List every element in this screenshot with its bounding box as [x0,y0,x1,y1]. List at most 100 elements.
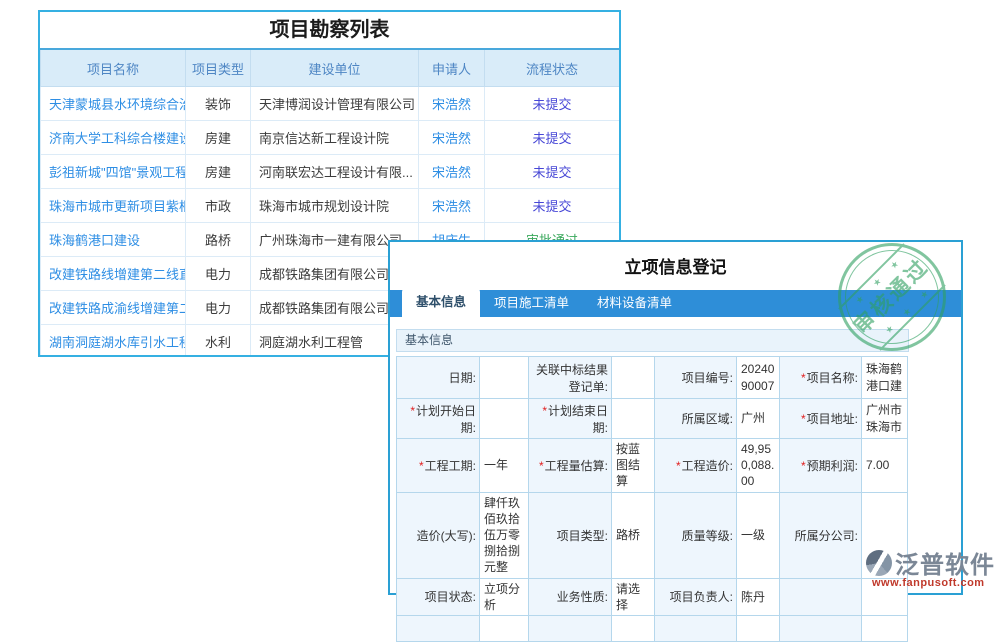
tab-material-equipment-list[interactable]: 材料设备清单 [583,290,686,317]
status-badge: 未提交 [485,189,620,223]
form-row: *计划开始日期: *计划结束日期: *所属区域: 广州 *项目地址: 广州市珠海… [397,399,908,439]
field-project-name[interactable]: 珠海鹤港口建 [862,357,908,399]
project-registration-window: 立项信息登记 基本信息 项目施工清单 材料设备清单 基本信息 *日期: *关联中… [388,240,963,595]
field-label-project-cost: *工程造价: [655,439,737,493]
col-header-project-name: 项目名称 [41,49,186,87]
table-row: 济南大学工科综合楼建设... 房建 南京信达新工程设计院 宋浩然 未提交 [41,121,620,155]
tab-basic-info[interactable]: 基本信息 [402,288,480,317]
field-region[interactable]: 广州 [737,399,780,439]
project-name-link[interactable]: 湖南洞庭湖水库引水工程... [41,325,186,358]
project-type: 装饰 [186,87,251,121]
field-quality-grade[interactable]: 一级 [737,492,780,578]
field-label-date: *日期: [397,357,480,399]
form-row: *日期: *关联中标结果登记单: *项目编号: 2024090007 *项目名称… [397,357,908,399]
vendor-name: 泛普软件 [895,545,995,580]
applicant-link[interactable]: 宋浩然 [419,121,485,155]
list-window-title: 项目勘察列表 [40,12,619,48]
status-badge: 未提交 [485,155,620,189]
applicant-link[interactable]: 宋浩然 [419,155,485,189]
field-empty[interactable] [862,615,908,641]
project-name-link[interactable]: 改建铁路线增建第二线直... [41,257,186,291]
basic-info-form-table: *日期: *关联中标结果登记单: *项目编号: 2024090007 *项目名称… [396,356,908,642]
field-cost-in-words[interactable]: 肆仟玖佰玖拾伍万零捌拾捌元整 [480,492,529,578]
field-label-bid-result-link: *关联中标结果登记单: [529,357,612,399]
project-type: 电力 [186,257,251,291]
field-label-empty [780,615,862,641]
field-plan-start-date[interactable] [480,399,529,439]
col-header-project-type: 项目类型 [186,49,251,87]
field-label-expected-profit: *预期利润: [780,439,862,493]
applicant-link[interactable]: 宋浩然 [419,87,485,121]
project-name-link[interactable]: 天津蒙城县水环境综合治... [41,87,186,121]
field-label-quality-grade: *质量等级: [655,492,737,578]
field-project-status[interactable]: 立项分析 [480,578,529,615]
field-quantity-estimate[interactable]: 按蓝图结算 [612,439,655,493]
construction-unit: 珠海市城市规划设计院 [251,189,419,223]
table-row: 珠海市城市更新项目紫桐... 市政 珠海市城市规划设计院 宋浩然 未提交 [41,189,620,223]
field-label-project-name: *项目名称: [780,357,862,399]
project-name-link[interactable]: 珠海市城市更新项目紫桐... [41,189,186,223]
project-type: 路桥 [186,223,251,257]
field-label-empty [397,615,480,641]
field-empty[interactable] [480,615,529,641]
field-business-nature[interactable]: 请选择 [612,578,655,615]
project-name-link[interactable]: 济南大学工科综合楼建设... [41,121,186,155]
project-type: 市政 [186,189,251,223]
fanpu-logo-icon [866,550,892,576]
vendor-watermark: 泛普软件 www.fanpusoft.com [866,545,995,589]
field-label-project-type: *项目类型: [529,492,612,578]
field-empty[interactable] [737,615,780,641]
field-label-empty [780,578,862,615]
field-label-empty [655,615,737,641]
field-project-type[interactable]: 路桥 [612,492,655,578]
field-project-manager[interactable]: 陈丹 [737,578,780,615]
vendor-url: www.fanpusoft.com [866,577,995,589]
table-row: 天津蒙城县水环境综合治... 装饰 天津博润设计管理有限公司 宋浩然 未提交 [41,87,620,121]
field-label-business-nature: *业务性质: [529,578,612,615]
col-header-flow-status: 流程状态 [485,49,620,87]
status-badge: 未提交 [485,87,620,121]
construction-unit: 河南联宏达工程设计有限... [251,155,419,189]
project-type: 电力 [186,291,251,325]
field-label-project-duration: *工程工期: [397,439,480,493]
field-project-duration[interactable]: 一年 [480,439,529,493]
form-row: *项目状态: 立项分析 *业务性质: 请选择 *项目负责人: 陈丹 [397,578,908,615]
field-label-project-manager: *项目负责人: [655,578,737,615]
field-project-number[interactable]: 2024090007 [737,357,780,399]
tab-construction-list[interactable]: 项目施工清单 [480,290,583,317]
section-title-basic-info: 基本信息 [396,329,909,352]
table-header-row: 项目名称 项目类型 建设单位 申请人 流程状态 [41,49,620,87]
field-label-project-status: *项目状态: [397,578,480,615]
col-header-applicant: 申请人 [419,49,485,87]
field-label-plan-start-date: *计划开始日期: [397,399,480,439]
status-badge: 未提交 [485,121,620,155]
field-label-cost-in-words: *造价(大写): [397,492,480,578]
field-empty[interactable] [612,615,655,641]
field-label-empty [529,615,612,641]
field-expected-profit[interactable]: 7.00 [862,439,908,493]
form-row [397,615,908,641]
field-label-branch-company: *所属分公司: [780,492,862,578]
construction-unit: 天津博润设计管理有限公司 [251,87,419,121]
field-date[interactable] [480,357,529,399]
field-bid-result-link[interactable] [612,357,655,399]
construction-unit: 南京信达新工程设计院 [251,121,419,155]
project-name-link[interactable]: 改建铁路成渝线增建第二... [41,291,186,325]
col-header-construction-unit: 建设单位 [251,49,419,87]
field-label-project-address: *项目地址: [780,399,862,439]
project-type: 房建 [186,155,251,189]
applicant-link[interactable]: 宋浩然 [419,189,485,223]
field-label-region: *所属区域: [655,399,737,439]
field-label-project-number: *项目编号: [655,357,737,399]
field-plan-end-date[interactable] [612,399,655,439]
project-name-link[interactable]: 彭祖新城"四馆"景观工程... [41,155,186,189]
form-window-title: 立项信息登记 [390,253,961,278]
tab-bar: 基本信息 项目施工清单 材料设备清单 [390,290,961,317]
project-name-link[interactable]: 珠海鹤港口建设 [41,223,186,257]
field-label-quantity-estimate: *工程量估算: [529,439,612,493]
project-type: 房建 [186,121,251,155]
field-project-cost[interactable]: 49,950,088.00 [737,439,780,493]
project-type: 水利 [186,325,251,358]
form-row: *工程工期: 一年 *工程量估算: 按蓝图结算 *工程造价: 49,950,08… [397,439,908,493]
field-project-address[interactable]: 广州市珠海市 [862,399,908,439]
